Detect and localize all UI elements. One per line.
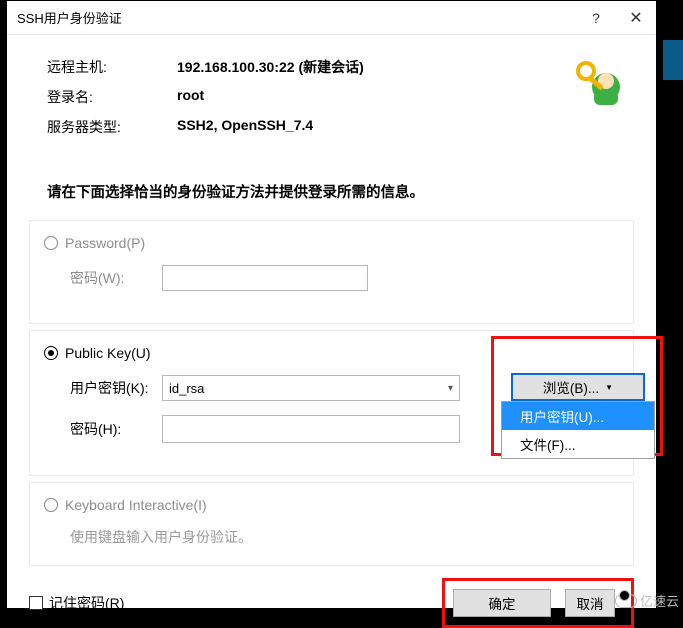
chevron-down-icon: ▾ <box>448 383 453 394</box>
cancel-button[interactable]: 取消 <box>565 589 615 617</box>
dialog-title: SSH用户身份验证 <box>17 8 576 27</box>
password-field-label: 密码(W): <box>70 268 162 288</box>
help-button[interactable]: ? <box>576 10 616 26</box>
password-input <box>162 265 368 291</box>
instruction-text: 请在下面选择恰当的身份验证方法并提供登录所需的信息。 <box>47 181 656 202</box>
remember-password-checkbox[interactable]: 记住密码(R) <box>29 593 124 613</box>
public-key-radio[interactable]: Public Key(U) <box>44 345 619 361</box>
dropdown-arrow-icon: ▼ <box>605 383 613 392</box>
remote-host-label: 远程主机: <box>47 57 177 77</box>
titlebar: SSH用户身份验证 ? ✕ <box>7 1 656 35</box>
user-key-label: 用户密钥(K): <box>70 378 162 398</box>
password-radio[interactable]: Password(P) <box>44 235 619 251</box>
keyboard-interactive-group: Keyboard Interactive(I) 使用键盘输入用户身份验证。 <box>29 482 634 566</box>
ok-button[interactable]: 确定 <box>453 589 551 617</box>
watermark: 亿速云 <box>615 591 679 610</box>
keyboard-interactive-hint: 使用键盘输入用户身份验证。 <box>70 527 619 547</box>
cloud-icon <box>615 594 637 608</box>
close-button[interactable]: ✕ <box>616 8 656 28</box>
remote-host-value: 192.168.100.30:22 (新建会话) <box>177 57 364 77</box>
user-key-value: id_rsa <box>169 381 204 396</box>
public-key-radio-label: Public Key(U) <box>65 345 151 361</box>
password-radio-label: Password(P) <box>65 235 145 251</box>
password-group: Password(P) 密码(W): <box>29 220 634 324</box>
keyboard-interactive-radio[interactable]: Keyboard Interactive(I) <box>44 497 619 513</box>
browse-button[interactable]: 浏览(B)... ▼ <box>511 373 645 401</box>
menu-file[interactable]: 文件(F)... <box>502 430 654 458</box>
login-name-label: 登录名: <box>47 87 177 107</box>
server-type-value: SSH2, OpenSSH_7.4 <box>177 117 313 137</box>
public-key-group: Public Key(U) 用户密钥(K): id_rsa ▾ 密码(H): 浏… <box>29 330 634 476</box>
remember-password-label: 记住密码(R) <box>49 593 124 613</box>
ok-highlight: 确定 取消 <box>442 578 634 628</box>
menu-user-key[interactable]: 用户密钥(U)... <box>502 402 654 430</box>
key-user-icon <box>568 53 626 111</box>
browse-dropdown: 用户密钥(U)... 文件(F)... <box>501 401 655 459</box>
passphrase-label: 密码(H): <box>70 419 162 439</box>
user-key-select[interactable]: id_rsa ▾ <box>162 375 460 401</box>
login-name-value: root <box>177 87 204 107</box>
keyboard-interactive-radio-label: Keyboard Interactive(I) <box>65 497 207 513</box>
passphrase-input[interactable] <box>162 415 460 443</box>
connection-info: 远程主机: 192.168.100.30:22 (新建会话) 登录名: root… <box>7 35 656 155</box>
server-type-label: 服务器类型: <box>47 117 177 137</box>
browse-button-label: 浏览(B)... <box>543 377 599 397</box>
